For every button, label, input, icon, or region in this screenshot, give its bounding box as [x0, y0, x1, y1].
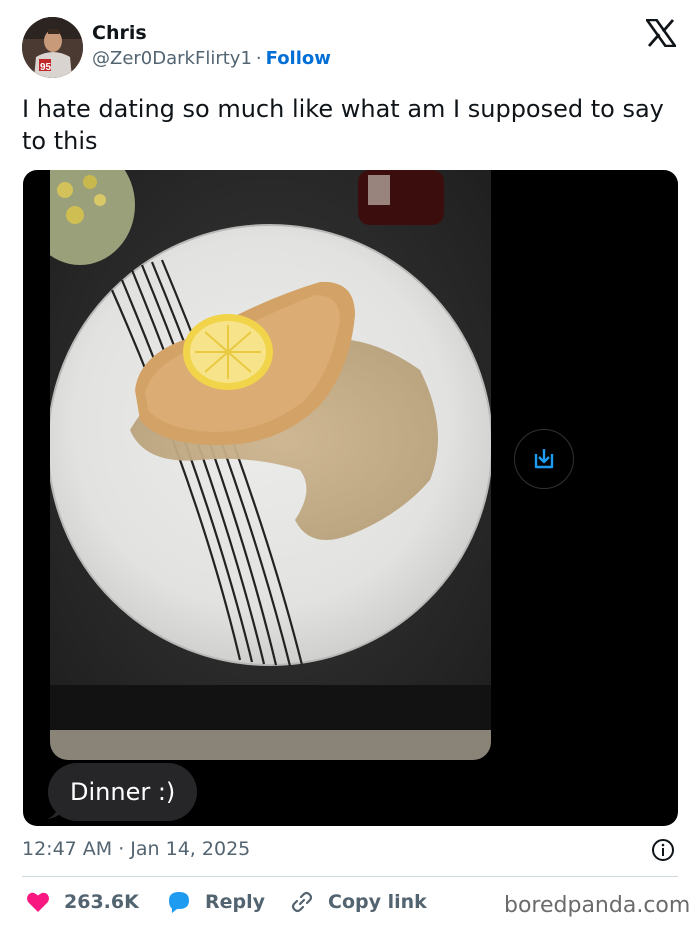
tweet-text: I hate dating so much like what am I sup…	[22, 95, 664, 155]
copy-link-button[interactable]: Copy link	[290, 888, 427, 916]
reply-button[interactable]: Reply	[167, 888, 265, 916]
copy-link-label: Copy link	[328, 891, 427, 913]
author-handle[interactable]: @Zer0DarkFlirty1	[92, 48, 252, 69]
tweet-card: 95 Chris @Zer0DarkFlirty1 · Follow I hate …	[0, 0, 700, 929]
follow-button[interactable]: Follow	[266, 48, 331, 69]
avatar[interactable]: 95	[22, 17, 83, 78]
message-bubble: Dinner :)	[48, 763, 198, 821]
like-button[interactable]: 263.6K	[26, 888, 139, 916]
link-icon	[291, 891, 313, 913]
save-icon	[534, 449, 554, 469]
info-icon[interactable]	[651, 838, 675, 862]
author-handle-row: @Zer0DarkFlirty1 · Follow	[92, 48, 331, 69]
heart-icon	[27, 892, 49, 912]
watermark: boredpanda.com	[504, 893, 691, 918]
svg-text:95: 95	[40, 62, 52, 73]
author-name[interactable]: Chris	[92, 22, 147, 44]
tweet-media[interactable]: Dinner :)	[23, 170, 678, 826]
x-logo-icon[interactable]	[646, 19, 676, 47]
divider	[22, 876, 678, 877]
reply-label: Reply	[205, 891, 266, 913]
save-media-button[interactable]	[514, 429, 574, 489]
timestamp[interactable]: 12:47 AM · Jan 14, 2025	[22, 838, 250, 860]
separator-dot: ·	[255, 48, 262, 69]
like-count: 263.6K	[64, 891, 139, 913]
dinner-photo	[50, 170, 491, 760]
reply-icon	[169, 892, 189, 913]
